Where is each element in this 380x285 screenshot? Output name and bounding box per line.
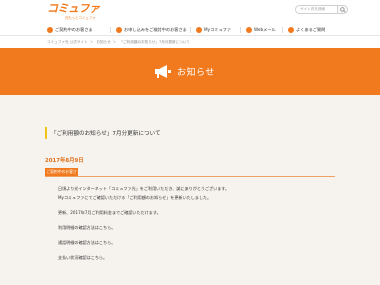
search-icon (340, 7, 346, 13)
tag-divider (45, 176, 335, 177)
nav-item-label: よくあるご質問 (296, 27, 326, 32)
article-heading: 「ご利用額のお知らせ」7月分更新について (51, 131, 161, 137)
main-nav: ご契約中のお客さま お申し込みをご検討中のお客さま Myコミュファ Webメール… (0, 24, 380, 36)
page-banner: お知らせ (0, 48, 380, 95)
gear-icon (196, 26, 202, 33)
nav-item-my-commufa[interactable]: Myコミュファ (196, 25, 231, 35)
search-button[interactable] (338, 5, 348, 14)
nav-item-current-customers[interactable]: ご契約中のお客さま (47, 25, 93, 35)
logo-text: コミュファ (47, 2, 100, 15)
nav-divider (282, 27, 283, 33)
payment-status-link[interactable]: 支払い状況確認はこちら。 (58, 255, 107, 261)
page-title: お知らせ (177, 68, 215, 78)
nav-divider (240, 27, 241, 33)
breadcrumb-current: 「ご利用額のお知らせ」7月分更新について (119, 40, 190, 44)
nav-item-label: ご契約中のお客さま (55, 27, 93, 32)
breadcrumb: コミュファ光 公式サイト＞ お知らせ＞ 「ご利用額のお知らせ」7月分更新について (47, 40, 190, 44)
article-paragraph: Myコミュファにてご確認いただける「ご利用額のお知らせ」を更新いたしました。 (58, 195, 212, 200)
nav-item-webmail[interactable]: Webメール (246, 25, 276, 35)
site-logo[interactable]: コミュファ 光もっとコミュファ (47, 2, 100, 21)
mail-icon (246, 26, 252, 33)
nav-item-faq[interactable]: よくあるご質問 (288, 25, 325, 35)
user-icon (47, 26, 53, 33)
breadcrumb-home[interactable]: コミュファ光 公式サイト (47, 40, 88, 44)
search-input[interactable]: サイト内を検索 (295, 5, 338, 14)
article-heading-block: 「ご利用額のお知らせ」7月分更新について (45, 127, 335, 139)
nav-item-label: Myコミュファ (204, 27, 232, 32)
nav-item-label: Webメール (254, 27, 276, 32)
call-details-link[interactable]: 通話明細の確認方法はこちら。 (58, 240, 115, 246)
megaphone-icon (155, 65, 171, 78)
logo-subtext: 光もっとコミュファ (65, 16, 96, 20)
category-tag: ご契約中のお客さま (45, 168, 78, 182)
article-paragraph: 更新、2017年7月ご利用料金までご確認いただけます。 (58, 210, 161, 215)
usage-details-link[interactable]: 利用明細の確認方法はこちら。 (58, 225, 115, 231)
article-date: 2017年8月9日 (45, 158, 84, 164)
nav-item-label: お申し込みをご検討中のお客さま (124, 27, 187, 32)
cart-icon (116, 26, 122, 33)
breadcrumb-news[interactable]: お知らせ (96, 40, 110, 44)
article-paragraph: 日頃より光インターネット「コミュファ光」をご利用いただき、誠にありがとうございま… (58, 186, 230, 191)
nav-divider (190, 27, 191, 33)
nav-item-prospective-customers[interactable]: お申し込みをご検討中のお客さま (116, 25, 187, 35)
question-icon (288, 26, 294, 33)
nav-divider (110, 27, 111, 33)
header: コミュファ 光もっとコミュファ サイト内を検索 (0, 0, 380, 24)
